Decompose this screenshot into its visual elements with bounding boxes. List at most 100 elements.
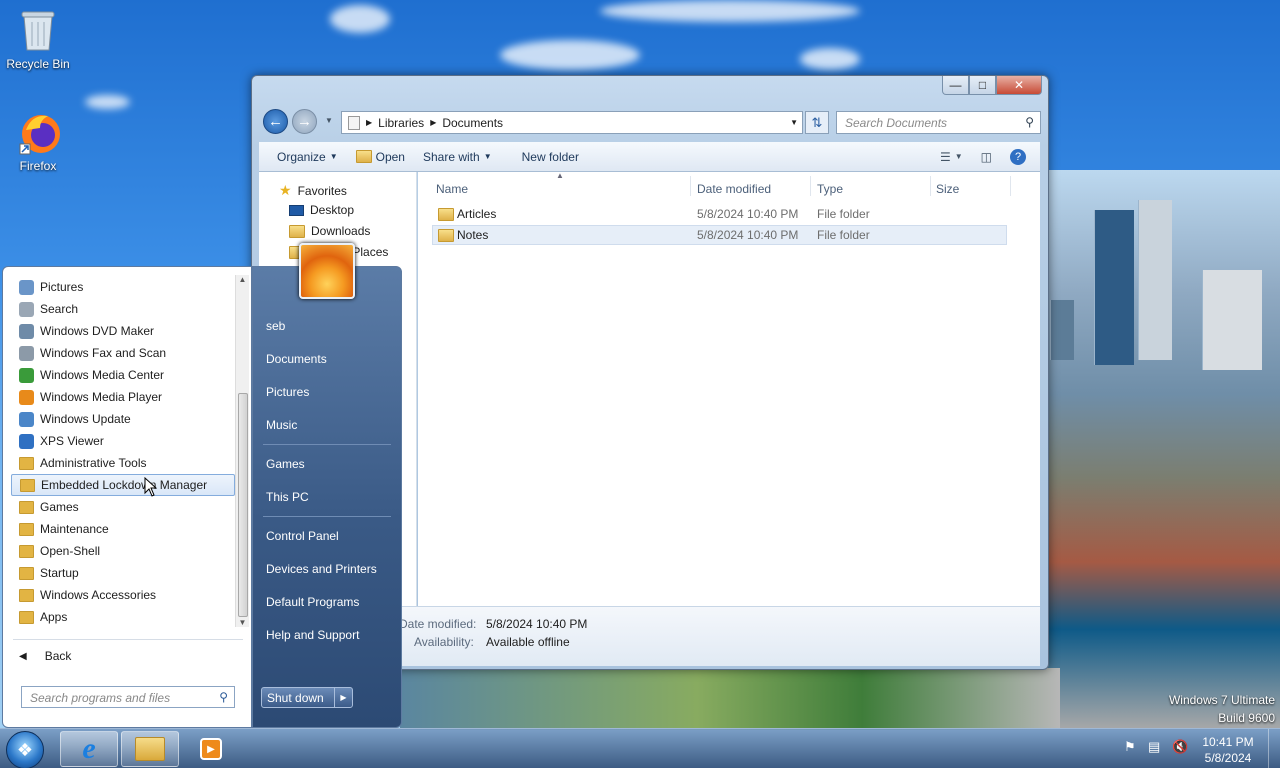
folder-icon [19, 456, 34, 470]
start-devices-printers[interactable]: Devices and Printers [266, 562, 377, 576]
program-item[interactable]: Windows Media Player [11, 386, 235, 408]
program-item[interactable]: Pictures [11, 276, 235, 298]
minimize-button[interactable]: — [942, 76, 969, 95]
close-button[interactable]: ✕ [996, 76, 1042, 95]
folder-icon [438, 228, 454, 242]
program-item[interactable]: Maintenance [11, 518, 235, 540]
column-type[interactable]: Type [817, 182, 843, 196]
folder-icon [19, 522, 34, 536]
help-icon[interactable]: ? [1010, 148, 1026, 165]
sort-arrow-icon: ▲ [556, 171, 564, 180]
clock[interactable]: 10:41 PM 5/8/2024 [1196, 734, 1260, 766]
recycle-bin-icon [18, 8, 58, 54]
start-documents[interactable]: Documents [266, 352, 327, 366]
file-row[interactable]: Notes 5/8/2024 10:40 PM File folder [432, 225, 1007, 245]
refresh-button[interactable]: ⇅ [805, 111, 829, 134]
column-name[interactable]: Name [436, 182, 468, 196]
dropdown-icon[interactable]: ▼ [790, 118, 798, 127]
xps-icon [19, 433, 34, 449]
program-item[interactable]: Apps [11, 606, 235, 628]
network-icon[interactable]: ▤ [1148, 739, 1160, 755]
desktop-icon [289, 204, 304, 216]
windows-watermark: Windows 7 Ultimate Build 9600 [1168, 693, 1275, 725]
mouse-cursor-icon [144, 477, 157, 497]
start-this-pc[interactable]: This PC [266, 490, 309, 504]
media-player-icon [19, 389, 34, 405]
fax-icon [19, 345, 34, 361]
share-with-button[interactable]: Share with ▼ [423, 150, 492, 164]
media-center-icon [19, 367, 34, 383]
breadcrumb-documents[interactable]: Documents [442, 116, 503, 130]
recent-pages-icon[interactable]: ▼ [325, 116, 333, 125]
desktop-icon-recycle-bin[interactable]: Recycle Bin [0, 8, 76, 71]
scroll-down-icon[interactable]: ▼ [236, 618, 249, 627]
open-button[interactable]: Open [355, 150, 405, 164]
program-item[interactable]: Windows Media Center [11, 364, 235, 386]
shutdown-button[interactable]: Shut down ▶ [261, 687, 353, 708]
file-row[interactable]: Articles 5/8/2024 10:40 PM File folder [432, 204, 1007, 224]
show-desktop-button[interactable] [1268, 729, 1280, 768]
city-wallpaper [1046, 170, 1280, 730]
maximize-button[interactable]: □ [969, 76, 996, 95]
dvd-icon [19, 323, 34, 339]
address-bar[interactable]: ▶ Libraries ▶ Documents ▼ [341, 111, 803, 134]
start-music[interactable]: Music [266, 418, 297, 432]
scroll-up-icon[interactable]: ▲ [236, 275, 249, 284]
search-icon [19, 301, 34, 317]
search-programs-input[interactable]: Search programs and files ⚲ [21, 686, 235, 708]
breadcrumb-libraries[interactable]: Libraries [378, 116, 424, 130]
program-item[interactable]: Windows Update [11, 408, 235, 430]
action-center-flag-icon[interactable]: ⚑ [1124, 739, 1136, 755]
windows-update-icon [19, 411, 34, 427]
program-item[interactable]: Administrative Tools [11, 452, 235, 474]
start-games[interactable]: Games [266, 457, 305, 471]
program-item[interactable]: XPS Viewer [11, 430, 235, 452]
organize-button[interactable]: Organize ▼ [277, 150, 338, 164]
search-icon: ⚲ [219, 690, 228, 704]
preview-pane-icon[interactable]: ◫ [981, 150, 992, 164]
program-item[interactable]: Search [11, 298, 235, 320]
folder-icon [19, 566, 34, 580]
user-picture[interactable] [299, 243, 355, 299]
start-button[interactable]: ❖ [6, 731, 44, 768]
back-button[interactable]: ← [263, 109, 288, 134]
folder-icon [19, 544, 34, 558]
search-input[interactable]: Search Documents ⚲ [836, 111, 1041, 134]
chevron-right-icon: ▶ [366, 118, 373, 127]
nav-desktop[interactable]: Desktop [289, 203, 354, 217]
volume-muted-icon[interactable]: 🔇 [1172, 739, 1188, 755]
view-options-icon[interactable]: ☰ ▼ [940, 150, 963, 164]
program-item[interactable]: Games [11, 496, 235, 518]
folder-icon [19, 588, 34, 602]
forward-button[interactable]: → [292, 109, 317, 134]
shutdown-options-icon[interactable]: ▶ [334, 688, 352, 707]
windows-logo-icon: ❖ [16, 739, 34, 760]
firefox-icon [18, 110, 60, 156]
start-user-name[interactable]: seb [266, 319, 285, 333]
start-pictures[interactable]: Pictures [266, 385, 309, 399]
desktop-icon-firefox[interactable]: Firefox [0, 110, 76, 173]
start-menu-places: seb Documents Pictures Music Games This … [252, 243, 402, 728]
scrollbar[interactable]: ▲ ▼ [235, 275, 249, 627]
folder-icon [438, 207, 454, 221]
internet-explorer-icon: e [82, 732, 96, 765]
start-default-programs[interactable]: Default Programs [266, 595, 359, 609]
new-folder-button[interactable]: New folder [522, 150, 579, 164]
scrollbar-thumb[interactable] [238, 393, 248, 617]
column-date-modified[interactable]: Date modified [697, 182, 771, 196]
start-help-support[interactable]: Help and Support [266, 628, 359, 642]
back-button[interactable]: ◀ Back [19, 649, 71, 663]
program-item[interactable]: Open-Shell [11, 540, 235, 562]
start-control-panel[interactable]: Control Panel [266, 529, 339, 543]
column-size[interactable]: Size [936, 182, 959, 196]
program-item[interactable]: Windows Fax and Scan [11, 342, 235, 364]
taskbar-file-explorer[interactable] [121, 731, 179, 767]
program-item[interactable]: Startup [11, 562, 235, 584]
program-item[interactable]: Windows Accessories [11, 584, 235, 606]
program-item[interactable]: Windows DVD Maker [11, 320, 235, 342]
nav-favorites[interactable]: ★ Favorites [279, 182, 347, 199]
taskbar-media-player[interactable]: ▶ [182, 731, 240, 767]
program-item[interactable]: Embedded Lockdown Manager [11, 474, 235, 496]
nav-downloads[interactable]: Downloads [289, 224, 370, 238]
taskbar-internet-explorer[interactable]: e [60, 731, 118, 767]
